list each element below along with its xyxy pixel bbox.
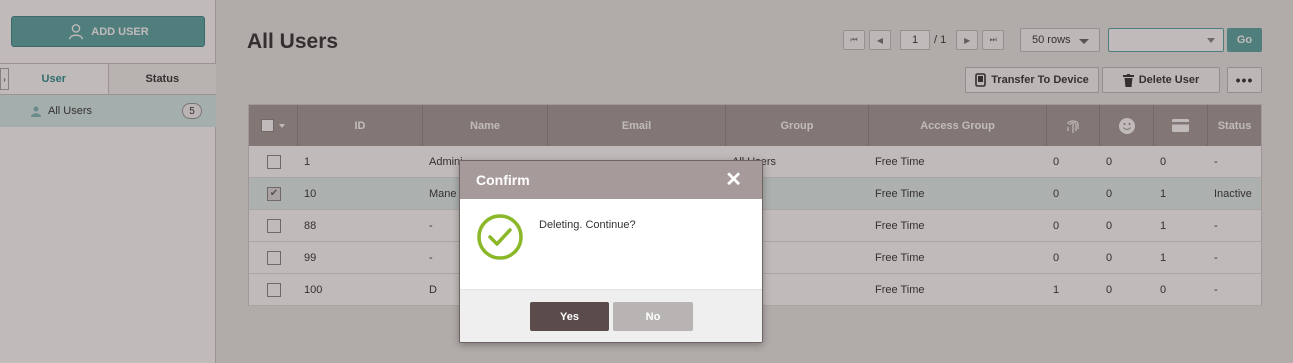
confirm-dialog: Confirm ✕ Deleting. Continue? Yes No [459,160,763,343]
dialog-message: Deleting. Continue? [539,219,636,231]
dialog-footer: Yes No [460,289,762,342]
yes-button[interactable]: Yes [530,302,609,331]
dialog-body: Deleting. Continue? [460,199,762,289]
dialog-header: Confirm ✕ [460,161,762,199]
close-icon[interactable]: ✕ [725,170,742,190]
no-button[interactable]: No [613,302,693,331]
check-circle-icon [477,214,523,260]
dialog-title: Confirm [476,172,530,188]
